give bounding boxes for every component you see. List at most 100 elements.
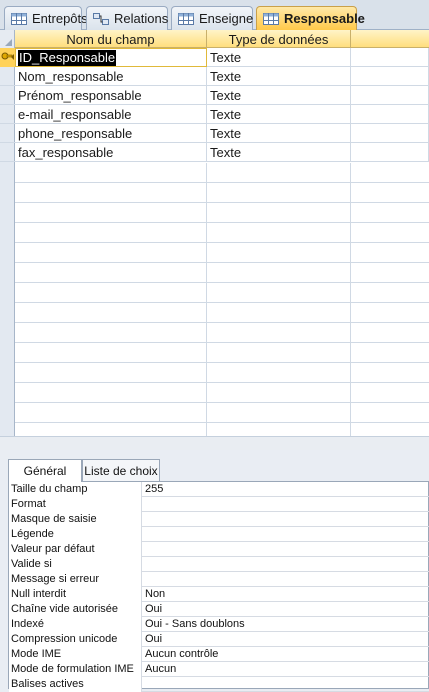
property-value[interactable]: Non — [143, 587, 429, 602]
primary-key-icon — [1, 51, 15, 64]
table-icon — [11, 12, 27, 25]
tab-label: Entrepôts — [32, 11, 88, 26]
property-label: Balises actives — [9, 677, 142, 692]
property-value[interactable]: 255 — [143, 482, 429, 497]
field-row[interactable]: Prénom_responsable Texte — [0, 86, 429, 105]
field-name-cell[interactable]: Prénom_responsable — [15, 86, 207, 105]
property-value[interactable]: Aucun — [143, 662, 429, 677]
tab-relations[interactable]: Relations — [86, 6, 168, 30]
property-label: Taille du champ — [9, 482, 142, 497]
field-name-cell[interactable]: phone_responsable — [15, 124, 207, 143]
field-row[interactable]: fax_responsable Texte — [0, 143, 429, 162]
description-cell[interactable] — [351, 48, 429, 67]
row-selector[interactable] — [0, 48, 15, 67]
property-row[interactable]: Valeur par défaut — [9, 542, 429, 557]
field-name-text: ID_Responsable — [18, 50, 117, 66]
select-all-corner[interactable] — [0, 30, 15, 48]
property-row[interactable]: Null interdit Non — [9, 587, 429, 602]
property-value[interactable]: Oui — [143, 602, 429, 617]
field-row[interactable]: Nom_responsable Texte — [0, 67, 429, 86]
property-row[interactable]: Valide si — [9, 557, 429, 572]
row-selector[interactable] — [0, 105, 15, 124]
field-name-cell[interactable]: fax_responsable — [15, 143, 207, 162]
description-cell[interactable] — [351, 105, 429, 124]
property-value[interactable]: Oui - Sans doublons — [143, 617, 429, 632]
field-row[interactable]: e-mail_responsable Texte — [0, 105, 429, 124]
property-value[interactable] — [143, 497, 429, 512]
property-label: Compression unicode — [9, 632, 142, 647]
properties-table: Taille du champ 255 Format Masque de saisie… — [8, 481, 429, 692]
row-selector[interactable] — [0, 86, 15, 105]
property-value[interactable] — [143, 677, 429, 692]
grid-horizontal-scrollbar[interactable] — [0, 436, 429, 450]
field-name-text: fax_responsable — [18, 145, 114, 160]
description-cell[interactable] — [351, 67, 429, 86]
property-row[interactable]: Chaîne vide autorisée Oui — [9, 602, 429, 617]
property-row[interactable]: Masque de saisie — [9, 512, 429, 527]
property-row[interactable]: Format — [9, 497, 429, 512]
field-properties-pane: Général Liste de choix Taille du champ 25… — [0, 450, 429, 692]
data-type-cell[interactable]: Texte — [207, 86, 351, 105]
row-selector[interactable] — [0, 143, 15, 162]
property-row[interactable]: Compression unicode Oui — [9, 632, 429, 647]
column-header-data-type[interactable]: Type de données — [207, 30, 351, 48]
property-value[interactable] — [143, 512, 429, 527]
field-name-cell[interactable]: ID_Responsable — [15, 48, 207, 67]
property-value[interactable] — [143, 542, 429, 557]
tab-entrepots[interactable]: Entrepôts — [4, 6, 88, 30]
property-row[interactable]: Balises actives — [9, 677, 429, 692]
property-row[interactable]: Indexé Oui - Sans doublons — [9, 617, 429, 632]
row-selector[interactable] — [0, 124, 15, 143]
tab-label: Relations — [114, 11, 169, 26]
property-value[interactable]: Aucun contrôle — [143, 647, 429, 662]
property-row[interactable]: Message si erreur — [9, 572, 429, 587]
field-row[interactable]: ID_Responsable Texte — [0, 48, 429, 67]
relationships-icon — [93, 12, 109, 25]
data-type-cell[interactable]: Texte — [207, 124, 351, 143]
property-row[interactable]: Mode IME Aucun contrôle — [9, 647, 429, 662]
column-header-field-name[interactable]: Nom du champ — [15, 30, 207, 48]
field-name-text: e-mail_responsable — [18, 107, 132, 122]
property-row[interactable]: Taille du champ 255 — [9, 482, 429, 497]
tab-lookup[interactable]: Liste de choix — [82, 459, 160, 481]
property-label: Mode de formulation IME — [9, 662, 142, 677]
property-label: Format — [9, 497, 142, 512]
data-type-cell[interactable]: Texte — [207, 67, 351, 86]
field-name-text: phone_responsable — [18, 126, 133, 141]
data-type-cell[interactable]: Texte — [207, 105, 351, 124]
property-row[interactable]: Légende — [9, 527, 429, 542]
field-name-text: Prénom_responsable — [18, 88, 142, 103]
data-type-cell[interactable]: Texte — [207, 143, 351, 162]
tab-responsable[interactable]: Responsable — [256, 6, 365, 30]
table-icon — [178, 12, 194, 25]
description-cell[interactable] — [351, 143, 429, 162]
property-label: Valeur par défaut — [9, 542, 142, 557]
property-value[interactable] — [143, 557, 429, 572]
data-type-cell[interactable]: Texte — [207, 48, 351, 67]
property-value[interactable]: Oui — [143, 632, 429, 647]
property-label: Masque de saisie — [9, 512, 142, 527]
property-row[interactable]: Mode de formulation IME Aucun — [9, 662, 429, 677]
property-label: Message si erreur — [9, 572, 142, 587]
property-label: Null interdit — [9, 587, 142, 602]
grid-header: Nom du champ Type de données — [0, 30, 429, 48]
tab-enseigne[interactable]: Enseigne — [171, 6, 253, 30]
object-tab-bar: Entrepôts Relations Enseigne Responsable — [0, 0, 429, 30]
tab-label: Enseigne — [199, 11, 254, 26]
description-cell[interactable] — [351, 86, 429, 105]
property-label: Indexé — [9, 617, 142, 632]
table-icon — [263, 12, 279, 25]
empty-grid-area[interactable] — [15, 163, 429, 436]
field-row[interactable]: phone_responsable Texte — [0, 124, 429, 143]
field-name-cell[interactable]: Nom_responsable — [15, 67, 207, 86]
property-label: Légende — [9, 527, 142, 542]
property-label: Valide si — [9, 557, 142, 572]
field-design-grid: Nom du champ Type de données ID_Responsa… — [0, 30, 429, 436]
row-selector[interactable] — [0, 67, 15, 86]
property-value[interactable] — [143, 527, 429, 542]
description-cell[interactable] — [351, 124, 429, 143]
field-name-cell[interactable]: e-mail_responsable — [15, 105, 207, 124]
property-value[interactable] — [143, 572, 429, 587]
property-label: Mode IME — [9, 647, 142, 662]
tab-general[interactable]: Général — [8, 459, 82, 482]
